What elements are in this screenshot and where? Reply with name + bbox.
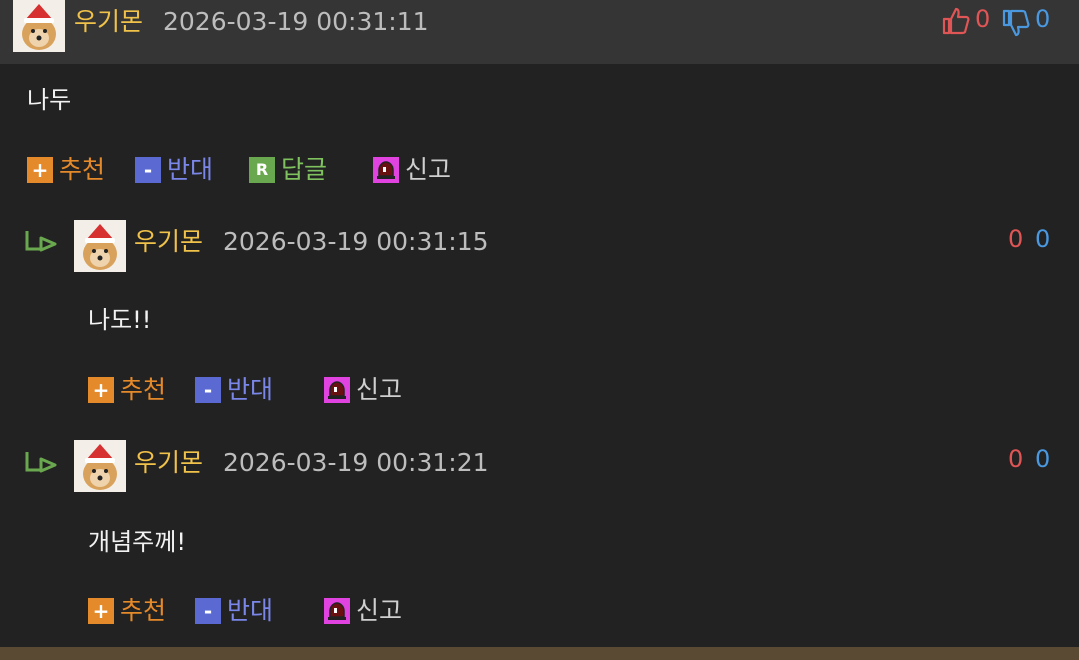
minus-icon: -: [135, 157, 161, 183]
report-label: 신고: [356, 375, 403, 404]
oppose-button[interactable]: - 반대: [195, 596, 273, 626]
reply-r-icon: R: [249, 157, 275, 183]
comment-date: 2026-03-19 00:31:15: [223, 227, 489, 256]
author-name[interactable]: 우기몬: [74, 7, 143, 37]
dislike-count[interactable]: 0: [1035, 224, 1050, 254]
bottom-divider: [0, 647, 1079, 660]
avatar[interactable]: [74, 220, 126, 272]
plus-icon: +: [88, 377, 114, 403]
reply-label: 답글: [281, 155, 328, 184]
report-button[interactable]: 신고: [324, 375, 402, 405]
oppose-button[interactable]: - 반대: [195, 375, 273, 405]
report-label: 신고: [356, 596, 403, 625]
recommend-label: 추천: [120, 375, 167, 404]
oppose-label: 반대: [227, 596, 274, 625]
plus-icon: +: [88, 598, 114, 624]
dog-avatar-icon: [74, 220, 126, 272]
minus-icon: -: [195, 377, 221, 403]
comment-date: 2026-03-19 00:31:11: [163, 7, 429, 36]
recommend-label: 추천: [120, 596, 167, 625]
dislike-count: 0: [1035, 5, 1051, 33]
plus-icon: +: [27, 157, 53, 183]
reply-arrow-icon: [25, 452, 57, 473]
dog-avatar-icon: [74, 440, 126, 492]
comment-text: 나도!!: [88, 306, 152, 334]
recommend-button[interactable]: + 추천: [27, 155, 105, 185]
siren-icon: [324, 598, 350, 624]
like-count: 0: [975, 5, 991, 33]
comment-date: 2026-03-19 00:31:21: [223, 448, 489, 477]
avatar[interactable]: [13, 0, 65, 52]
recommend-button[interactable]: + 추천: [88, 375, 166, 405]
like-count[interactable]: 0: [1008, 224, 1023, 254]
reply-button[interactable]: R 답글: [249, 155, 327, 185]
recommend-button[interactable]: + 추천: [88, 596, 166, 626]
comment-text: 개념주께!: [88, 528, 186, 556]
comment-header: [0, 0, 1079, 64]
oppose-label: 반대: [227, 375, 274, 404]
oppose-button[interactable]: - 반대: [135, 155, 213, 185]
thumbs-down-icon[interactable]: [1001, 8, 1031, 38]
dog-avatar-icon: [13, 0, 65, 52]
recommend-label: 추천: [59, 155, 106, 184]
siren-icon: [373, 157, 399, 183]
avatar[interactable]: [74, 440, 126, 492]
report-button[interactable]: 신고: [324, 596, 402, 626]
minus-icon: -: [195, 598, 221, 624]
comment-text: 나두: [27, 86, 72, 114]
thumbs-up-icon[interactable]: [941, 6, 971, 36]
report-label: 신고: [405, 155, 452, 184]
dislike-count[interactable]: 0: [1035, 444, 1050, 474]
report-button[interactable]: 신고: [373, 155, 451, 185]
reply-arrow-icon: [25, 231, 57, 252]
author-name[interactable]: 우기몬: [134, 448, 203, 478]
like-count[interactable]: 0: [1008, 444, 1023, 474]
siren-icon: [324, 377, 350, 403]
oppose-label: 반대: [167, 155, 214, 184]
author-name[interactable]: 우기몬: [134, 227, 203, 257]
